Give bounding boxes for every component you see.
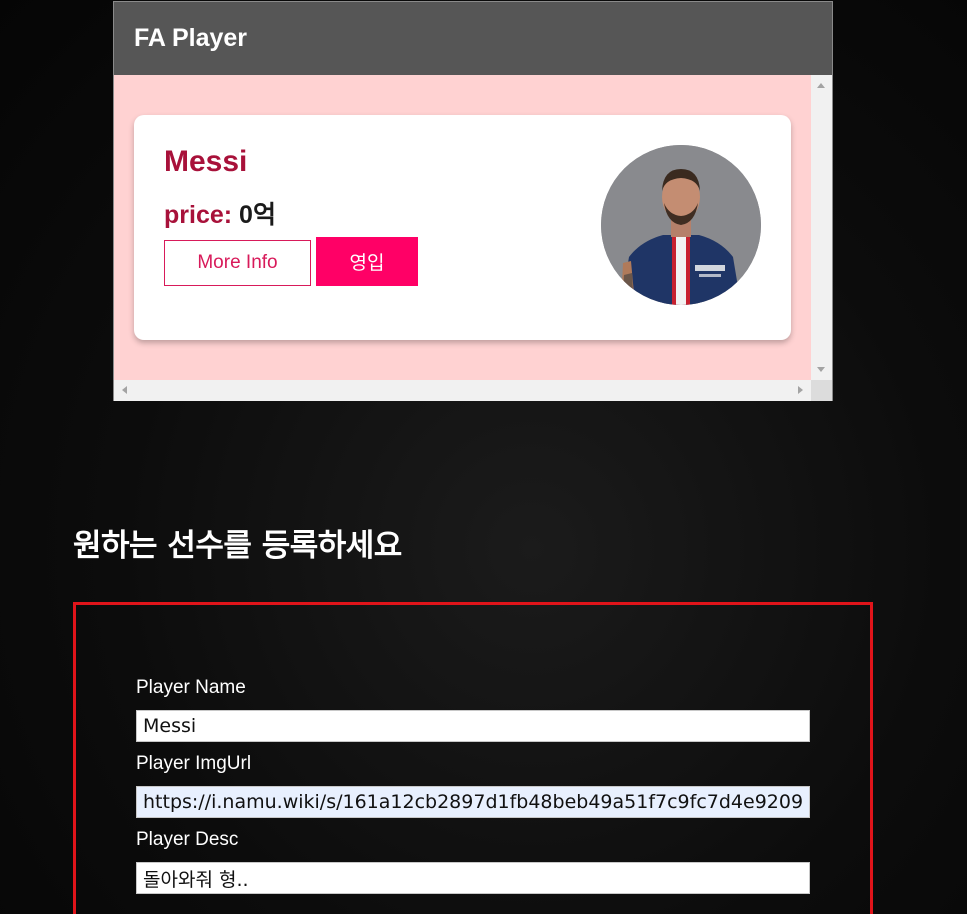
- register-form: Player Name Player ImgUrl Player Desc: [73, 602, 873, 914]
- player-name-label: Player Name: [136, 677, 246, 698]
- app-title: FA Player: [134, 24, 248, 52]
- app-header: FA Player: [114, 2, 832, 75]
- price-label: price:: [164, 201, 233, 229]
- player-name-input[interactable]: [136, 710, 810, 742]
- scroll-left-arrow-icon[interactable]: [122, 386, 127, 394]
- scroll-down-arrow-icon[interactable]: [817, 367, 825, 372]
- recruit-button[interactable]: 영입: [316, 237, 418, 286]
- player-photo-icon: [601, 145, 761, 305]
- price-value: 0억: [239, 201, 276, 229]
- fa-player-frame: FA Player Messi price: 0억 More Info 영입: [113, 1, 833, 401]
- player-name: Messi: [164, 145, 248, 178]
- player-imgurl-label: Player ImgUrl: [136, 753, 252, 774]
- scrollbar-corner: [811, 380, 832, 401]
- player-imgurl-input[interactable]: [136, 786, 810, 818]
- player-price: price: 0억: [164, 195, 276, 231]
- scroll-up-arrow-icon[interactable]: [817, 83, 825, 88]
- horizontal-scrollbar[interactable]: [114, 380, 811, 401]
- more-info-button[interactable]: More Info: [164, 240, 311, 286]
- player-desc-input[interactable]: [136, 862, 810, 894]
- player-desc-label: Player Desc: [136, 829, 239, 850]
- player-avatar: [601, 145, 761, 305]
- register-section-title: 원하는 선수를 등록하세요: [73, 528, 402, 564]
- scroll-right-arrow-icon[interactable]: [798, 386, 803, 394]
- player-list-viewport: Messi price: 0억 More Info 영입: [114, 75, 811, 380]
- vertical-scrollbar[interactable]: [811, 75, 832, 380]
- player-card: Messi price: 0억 More Info 영입: [134, 115, 791, 340]
